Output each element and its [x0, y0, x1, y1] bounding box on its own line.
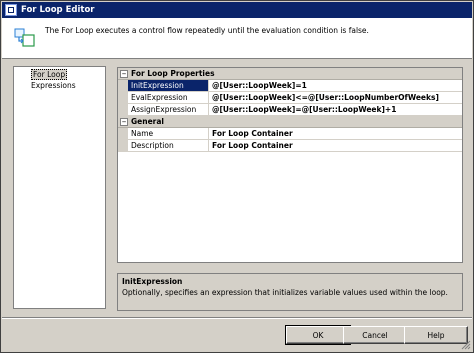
nav-item-for-loop[interactable]: For Loop: [14, 69, 105, 80]
property-row-name[interactable]: Name For Loop Container: [118, 128, 462, 140]
property-row-initexpression[interactable]: InitExpression @[User::LoopWeek]=1: [118, 80, 462, 92]
collapse-icon[interactable]: −: [120, 69, 128, 78]
nav-item-expressions[interactable]: Expressions: [14, 80, 105, 91]
property-value[interactable]: For Loop Container: [209, 140, 462, 151]
property-name[interactable]: InitExpression: [128, 80, 209, 91]
property-value[interactable]: @[User::LoopWeek]=@[User::LoopWeek]+1: [209, 104, 462, 115]
row-gutter: [118, 104, 128, 115]
category-general[interactable]: − General: [118, 116, 462, 128]
for-loop-container-icon: [14, 28, 35, 47]
row-gutter: [118, 128, 128, 139]
description-title: InitExpression: [122, 277, 183, 286]
dialog-header: The For Loop executes a control flow rep…: [2, 18, 472, 59]
page-navigation-list: For Loop Expressions: [13, 66, 106, 309]
window-title: For Loop Editor: [21, 5, 95, 15]
row-gutter: [118, 140, 128, 151]
property-name[interactable]: AssignExpression: [128, 104, 209, 115]
property-name[interactable]: Name: [128, 128, 209, 139]
property-value[interactable]: For Loop Container: [209, 128, 462, 139]
category-label: General: [131, 117, 164, 126]
category-for-loop-properties[interactable]: − For Loop Properties: [118, 68, 462, 80]
for-loop-editor-window: For Loop Editor The For Loop executes a …: [0, 0, 474, 353]
resize-grip-icon[interactable]: [461, 340, 471, 350]
property-row-description[interactable]: Description For Loop Container: [118, 140, 462, 152]
description-text: Optionally, specifies an expression that…: [122, 288, 448, 297]
button-separator: [2, 317, 472, 319]
header-description: The For Loop executes a control flow rep…: [45, 26, 369, 35]
collapse-icon[interactable]: −: [120, 117, 128, 126]
category-label: For Loop Properties: [131, 69, 215, 78]
property-description-pane: InitExpression Optionally, specifies an …: [117, 273, 463, 311]
property-value[interactable]: @[User::LoopWeek]<=@[User::LoopNumberOfW…: [209, 92, 462, 103]
property-name[interactable]: EvalExpression: [128, 92, 209, 103]
row-gutter: [118, 80, 128, 91]
dialog-app-icon: [5, 4, 17, 16]
row-gutter: [118, 92, 128, 103]
cancel-button[interactable]: Cancel: [343, 326, 407, 344]
property-row-evalexpression[interactable]: EvalExpression @[User::LoopWeek]<=@[User…: [118, 92, 462, 104]
property-name[interactable]: Description: [128, 140, 209, 151]
nav-item-label: Expressions: [31, 81, 76, 90]
nav-item-label: For Loop: [31, 69, 68, 80]
property-grid: − For Loop Properties InitExpression @[U…: [117, 67, 463, 263]
ok-button[interactable]: OK: [285, 325, 351, 345]
property-value[interactable]: @[User::LoopWeek]=1: [209, 80, 462, 91]
property-row-assignexpression[interactable]: AssignExpression @[User::LoopWeek]=@[Use…: [118, 104, 462, 116]
title-bar[interactable]: For Loop Editor: [2, 2, 472, 18]
help-button[interactable]: Help: [404, 326, 468, 344]
